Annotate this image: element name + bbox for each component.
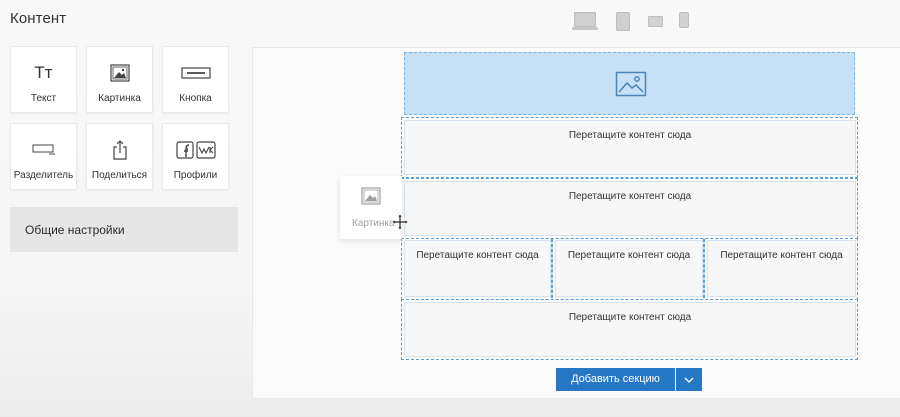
tile-share-label: Поделиться — [91, 170, 148, 181]
drop-zone-text: Перетащите контент сюда — [568, 130, 692, 141]
move-cursor-icon — [391, 213, 409, 236]
tile-text[interactable]: Тт Текст — [10, 46, 77, 113]
drop-zone-text: Перетащите контент сюда — [720, 250, 843, 261]
image-icon — [340, 187, 402, 205]
drop-zone-1[interactable]: Перетащите контент сюда — [404, 120, 856, 175]
laptop-icon[interactable] — [572, 12, 598, 30]
tile-button[interactable]: Кнопка — [162, 46, 229, 113]
drop-zone-col-1[interactable]: Перетащите контент сюда — [404, 240, 551, 297]
phone-icon[interactable] — [679, 12, 689, 28]
image-placeholder-icon — [615, 71, 647, 102]
tile-image-label: Картинка — [98, 93, 141, 104]
social-profiles-icon — [163, 139, 228, 161]
text-icon: Тт — [34, 63, 53, 82]
tile-divider[interactable]: Разделитель — [10, 123, 77, 190]
tile-button-label: Кнопка — [179, 93, 212, 104]
drag-ghost-label: Картинка — [352, 218, 395, 229]
chevron-down-icon — [684, 377, 694, 383]
drop-zone-text: Перетащите контент сюда — [568, 312, 692, 323]
image-block[interactable] — [404, 52, 855, 115]
add-section-button[interactable]: Добавить секцию — [556, 368, 675, 391]
general-settings-button[interactable]: Общие настройки — [10, 207, 238, 252]
drop-zone-text: Перетащите контент сюда — [567, 250, 691, 261]
drop-zone-col-2[interactable]: Перетащите контент сюда — [555, 240, 703, 297]
divider-icon — [11, 139, 76, 161]
page-title: Контент — [10, 10, 67, 27]
tile-text-label: Текст — [30, 93, 57, 104]
column-divider — [703, 239, 705, 298]
drop-zone-2[interactable]: Перетащите контент сюда — [404, 181, 856, 236]
tile-profiles[interactable]: Профили — [162, 123, 229, 190]
drop-zone-text: Перетащите контент сюда — [416, 250, 539, 261]
tile-profiles-label: Профили — [173, 170, 218, 181]
tile-divider-label: Разделитель — [13, 170, 74, 181]
add-section-dropdown[interactable] — [676, 368, 702, 391]
drop-zone-col-3[interactable]: Перетащите контент сюда — [707, 240, 856, 297]
tablet-landscape-icon[interactable] — [648, 16, 663, 27]
column-divider — [551, 239, 553, 298]
image-icon — [87, 62, 152, 84]
button-icon — [163, 62, 228, 84]
drop-zone-text: Перетащите контент сюда — [568, 191, 692, 202]
drop-zone-4[interactable]: Перетащите контент сюда — [404, 302, 856, 357]
tile-share[interactable]: Поделиться — [86, 123, 153, 190]
tile-image[interactable]: Картинка — [86, 46, 153, 113]
tablet-icon[interactable] — [616, 12, 630, 31]
share-icon — [87, 139, 152, 161]
